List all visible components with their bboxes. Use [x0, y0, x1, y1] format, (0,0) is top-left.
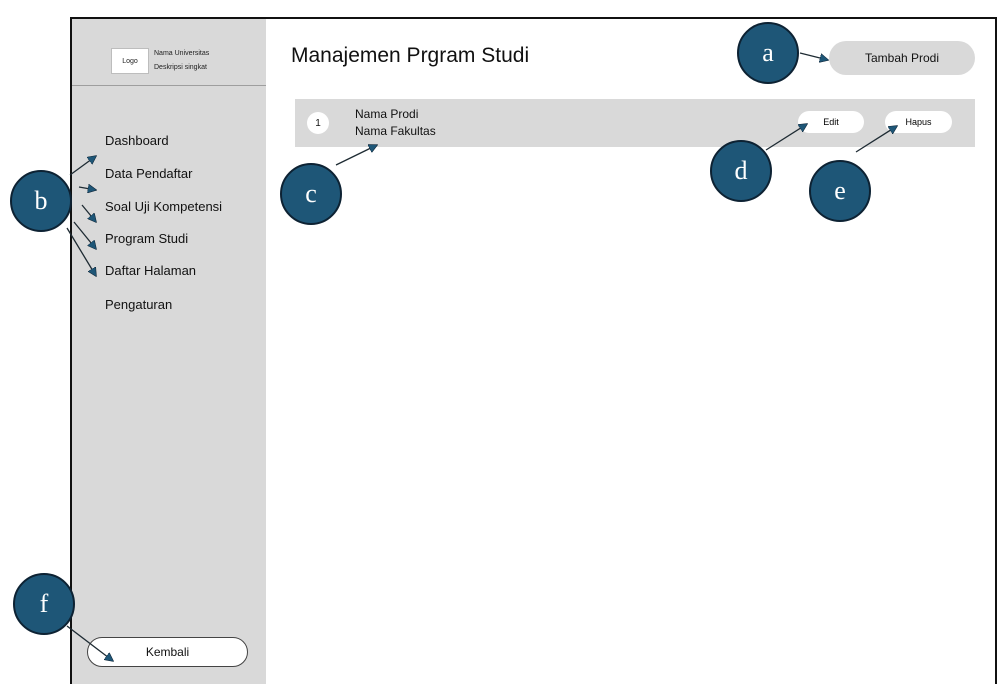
arrow-e [855, 126, 897, 153]
annotation-marker-d: d [710, 140, 772, 202]
annotation-arrows [66, 52, 999, 684]
arrow-c [335, 145, 377, 166]
annotation-marker-c: c [280, 163, 342, 225]
arrow-b-data-pendaftar [78, 187, 96, 190]
arrow-a [799, 52, 828, 60]
arrow-d [765, 124, 807, 151]
arrow-b-soal [81, 204, 96, 222]
arrow-b-daftar-halaman [66, 227, 96, 276]
annotation-marker-e: e [809, 160, 871, 222]
arrow-b-dashboard [69, 156, 96, 176]
annotation-marker-b: b [10, 170, 72, 232]
arrow-f [66, 625, 113, 661]
annotation-marker-f: f [13, 573, 75, 635]
annotation-marker-a: a [737, 22, 799, 84]
